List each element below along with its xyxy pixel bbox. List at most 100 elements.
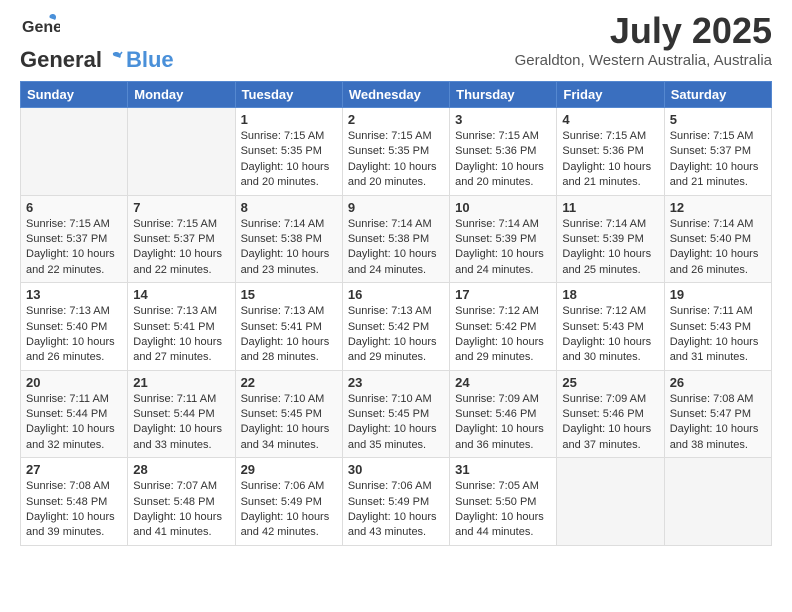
day-number: 31 bbox=[455, 462, 551, 477]
day-number: 15 bbox=[241, 287, 337, 302]
weekday-header: Wednesday bbox=[342, 82, 449, 108]
day-number: 20 bbox=[26, 375, 122, 390]
day-number: 22 bbox=[241, 375, 337, 390]
calendar-day-cell: 8 Sunrise: 7:14 AM Sunset: 5:38 PM Daylig… bbox=[235, 195, 342, 283]
calendar-day-cell: 25 Sunrise: 7:09 AM Sunset: 5:46 PM Dayli… bbox=[557, 370, 664, 458]
day-number: 23 bbox=[348, 375, 444, 390]
day-detail: Sunrise: 7:08 AM Sunset: 5:48 PM Dayligh… bbox=[26, 479, 122, 541]
calendar-day-cell: 7Sunrise: 7:15 AM Sunset: 5:37 PM Daylig… bbox=[128, 195, 235, 283]
calendar-week-row: 20 Sunrise: 7:11 AM Sunset: 5:44 PM Dayli… bbox=[21, 370, 772, 458]
weekday-header: Friday bbox=[557, 82, 664, 108]
calendar-day-cell: 29 Sunrise: 7:06 AM Sunset: 5:49 PM Dayli… bbox=[235, 458, 342, 546]
calendar-day-cell: 27Sunrise: 7:08 AM Sunset: 5:48 PM Dayli… bbox=[21, 458, 128, 546]
day-detail: Sunrise: 7:14 AM Sunset: 5:39 PM Dayligh… bbox=[455, 217, 551, 279]
day-number: 21 bbox=[133, 375, 229, 390]
day-detail: Sunrise: 7:14 AM Sunset: 5:40 PM Dayligh… bbox=[670, 217, 766, 279]
calendar-day-cell: 18 Sunrise: 7:12 AM Sunset: 5:43 PM Dayli… bbox=[557, 283, 664, 371]
logo-blue: Blue bbox=[126, 47, 174, 73]
day-number: 28 bbox=[133, 462, 229, 477]
calendar-table: SundayMondayTuesdayWednesdayThursdayFrid… bbox=[20, 81, 772, 546]
calendar-day-cell: 11 Sunrise: 7:14 AM Sunset: 5:39 PM Dayli… bbox=[557, 195, 664, 283]
day-number: 16 bbox=[348, 287, 444, 302]
calendar-week-row: 1 Sunrise: 7:15 AM Sunset: 5:35 PM Daylig… bbox=[21, 108, 772, 196]
day-number: 18 bbox=[562, 287, 658, 302]
day-number: 13 bbox=[26, 287, 122, 302]
day-detail: Sunrise: 7:12 AM Sunset: 5:43 PM Dayligh… bbox=[562, 304, 658, 366]
weekday-header: Thursday bbox=[450, 82, 557, 108]
weekday-header: Sunday bbox=[21, 82, 128, 108]
day-number: 5 bbox=[670, 112, 766, 127]
day-detail: Sunrise: 7:05 AM Sunset: 5:50 PM Dayligh… bbox=[455, 479, 551, 541]
day-detail: Sunrise: 7:13 AM Sunset: 5:40 PM Dayligh… bbox=[26, 304, 122, 366]
calendar-day-cell: 12 Sunrise: 7:14 AM Sunset: 5:40 PM Dayli… bbox=[664, 195, 771, 283]
calendar-day-cell: 28 Sunrise: 7:07 AM Sunset: 5:48 PM Dayli… bbox=[128, 458, 235, 546]
day-number: 11 bbox=[562, 200, 658, 215]
calendar-week-row: 13 Sunrise: 7:13 AM Sunset: 5:40 PM Dayli… bbox=[21, 283, 772, 371]
day-number: 2 bbox=[348, 112, 444, 127]
day-detail: Sunrise: 7:11 AM Sunset: 5:44 PM Dayligh… bbox=[133, 392, 229, 454]
day-number: 3 bbox=[455, 112, 551, 127]
calendar-day-cell: 6 Sunrise: 7:15 AM Sunset: 5:37 PM Daylig… bbox=[21, 195, 128, 283]
calendar-day-cell: 21 Sunrise: 7:11 AM Sunset: 5:44 PM Dayli… bbox=[128, 370, 235, 458]
day-detail: Sunrise: 7:10 AM Sunset: 5:45 PM Dayligh… bbox=[241, 392, 337, 454]
day-number: 4 bbox=[562, 112, 658, 127]
day-number: 6 bbox=[26, 200, 122, 215]
day-detail: Sunrise: 7:06 AM Sunset: 5:49 PM Dayligh… bbox=[241, 479, 337, 541]
logo-bird-icon bbox=[103, 49, 125, 71]
calendar-day-cell: 17 Sunrise: 7:12 AM Sunset: 5:42 PM Dayli… bbox=[450, 283, 557, 371]
day-detail: Sunrise: 7:15 AM Sunset: 5:36 PM Dayligh… bbox=[562, 129, 658, 191]
day-detail: Sunrise: 7:09 AM Sunset: 5:46 PM Dayligh… bbox=[455, 392, 551, 454]
day-number: 24 bbox=[455, 375, 551, 390]
day-number: 25 bbox=[562, 375, 658, 390]
calendar-day-cell: 2Sunrise: 7:15 AM Sunset: 5:35 PM Daylig… bbox=[342, 108, 449, 196]
calendar-day-cell bbox=[557, 458, 664, 546]
weekday-header: Saturday bbox=[664, 82, 771, 108]
day-number: 12 bbox=[670, 200, 766, 215]
day-number: 10 bbox=[455, 200, 551, 215]
day-number: 1 bbox=[241, 112, 337, 127]
day-number: 19 bbox=[670, 287, 766, 302]
day-detail: Sunrise: 7:15 AM Sunset: 5:37 PM Dayligh… bbox=[26, 217, 122, 279]
calendar-day-cell: 1 Sunrise: 7:15 AM Sunset: 5:35 PM Daylig… bbox=[235, 108, 342, 196]
day-detail: Sunrise: 7:14 AM Sunset: 5:38 PM Dayligh… bbox=[241, 217, 337, 279]
day-number: 7 bbox=[133, 200, 229, 215]
page-header: General General Blue July 2025 Geraldton… bbox=[20, 10, 772, 73]
calendar-day-cell: 31 Sunrise: 7:05 AM Sunset: 5:50 PM Dayli… bbox=[450, 458, 557, 546]
day-detail: Sunrise: 7:15 AM Sunset: 5:36 PM Dayligh… bbox=[455, 129, 551, 191]
day-detail: Sunrise: 7:06 AM Sunset: 5:49 PM Dayligh… bbox=[348, 479, 444, 541]
month-title: July 2025 bbox=[515, 10, 772, 52]
svg-text:General: General bbox=[22, 19, 60, 36]
day-detail: Sunrise: 7:12 AM Sunset: 5:42 PM Dayligh… bbox=[455, 304, 551, 366]
day-number: 17 bbox=[455, 287, 551, 302]
day-detail: Sunrise: 7:08 AM Sunset: 5:47 PM Dayligh… bbox=[670, 392, 766, 454]
location-subtitle: Geraldton, Western Australia, Australia bbox=[515, 52, 772, 69]
calendar-day-cell: 5Sunrise: 7:15 AM Sunset: 5:37 PM Daylig… bbox=[664, 108, 771, 196]
day-detail: Sunrise: 7:15 AM Sunset: 5:35 PM Dayligh… bbox=[241, 129, 337, 191]
day-number: 14 bbox=[133, 287, 229, 302]
calendar-day-cell: 22 Sunrise: 7:10 AM Sunset: 5:45 PM Dayli… bbox=[235, 370, 342, 458]
calendar-day-cell bbox=[664, 458, 771, 546]
calendar-day-cell: 3 Sunrise: 7:15 AM Sunset: 5:36 PM Daylig… bbox=[450, 108, 557, 196]
title-block: July 2025 Geraldton, Western Australia, … bbox=[515, 10, 772, 69]
day-number: 29 bbox=[241, 462, 337, 477]
calendar-day-cell: 20 Sunrise: 7:11 AM Sunset: 5:44 PM Dayli… bbox=[21, 370, 128, 458]
calendar-day-cell: 26 Sunrise: 7:08 AM Sunset: 5:47 PM Dayli… bbox=[664, 370, 771, 458]
day-detail: Sunrise: 7:11 AM Sunset: 5:43 PM Dayligh… bbox=[670, 304, 766, 366]
day-detail: Sunrise: 7:14 AM Sunset: 5:39 PM Dayligh… bbox=[562, 217, 658, 279]
day-number: 9 bbox=[348, 200, 444, 215]
day-number: 8 bbox=[241, 200, 337, 215]
day-detail: Sunrise: 7:13 AM Sunset: 5:41 PM Dayligh… bbox=[133, 304, 229, 366]
calendar-day-cell: 24 Sunrise: 7:09 AM Sunset: 5:46 PM Dayli… bbox=[450, 370, 557, 458]
calendar-day-cell: 4 Sunrise: 7:15 AM Sunset: 5:36 PM Daylig… bbox=[557, 108, 664, 196]
day-detail: Sunrise: 7:07 AM Sunset: 5:48 PM Dayligh… bbox=[133, 479, 229, 541]
day-number: 30 bbox=[348, 462, 444, 477]
day-detail: Sunrise: 7:11 AM Sunset: 5:44 PM Dayligh… bbox=[26, 392, 122, 454]
logo-general: General bbox=[20, 47, 102, 73]
day-detail: Sunrise: 7:13 AM Sunset: 5:42 PM Dayligh… bbox=[348, 304, 444, 366]
logo: General General Blue bbox=[20, 10, 174, 73]
day-number: 26 bbox=[670, 375, 766, 390]
calendar-day-cell: 19 Sunrise: 7:11 AM Sunset: 5:43 PM Dayli… bbox=[664, 283, 771, 371]
day-detail: Sunrise: 7:09 AM Sunset: 5:46 PM Dayligh… bbox=[562, 392, 658, 454]
calendar-day-cell: 13 Sunrise: 7:13 AM Sunset: 5:40 PM Dayli… bbox=[21, 283, 128, 371]
day-detail: Sunrise: 7:13 AM Sunset: 5:41 PM Dayligh… bbox=[241, 304, 337, 366]
